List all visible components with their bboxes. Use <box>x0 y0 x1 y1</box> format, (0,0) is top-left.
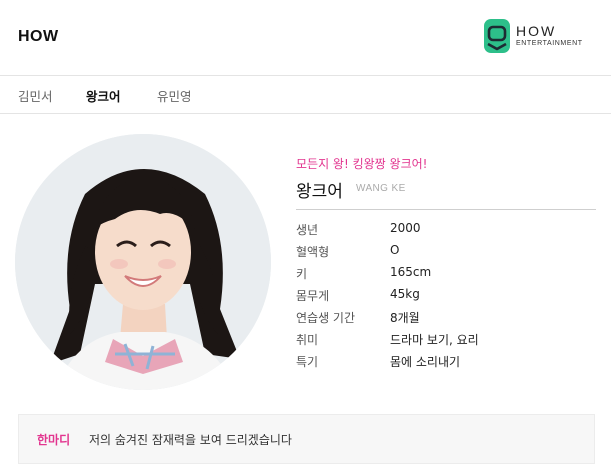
tab-member-3[interactable]: 유민영 <box>157 86 192 105</box>
info-row-height: 키 165cm <box>296 265 596 285</box>
info-label: 생년 <box>296 223 319 237</box>
portrait-image <box>15 134 271 390</box>
profile-tagline: 모든지 왕! 킹왕짱 왕크어! <box>296 157 428 171</box>
company-name: HOW <box>18 28 59 45</box>
info-row-specialty: 특기 몸에 소리내기 <box>296 353 596 373</box>
comment-text: 저의 숨겨진 잠재력을 보여 드리겠습니다 <box>89 433 292 447</box>
info-value: 8개월 <box>390 311 420 325</box>
info-label: 몸무게 <box>296 289 330 303</box>
logo-subtitle: ENTERTAINMENT <box>516 40 583 47</box>
profile-photo <box>15 134 271 390</box>
info-value: 몸에 소리내기 <box>390 355 461 369</box>
info-row-trainee-period: 연습생 기간 8개월 <box>296 309 596 329</box>
info-value: O <box>390 243 400 257</box>
info-label: 취미 <box>296 333 319 347</box>
info-row-weight: 몸무게 45kg <box>296 287 596 307</box>
info-label: 특기 <box>296 355 319 369</box>
profile-divider <box>296 209 596 210</box>
info-value: 2000 <box>390 221 421 235</box>
info-value: 45kg <box>390 287 420 301</box>
info-row-birth-year: 생년 2000 <box>296 221 596 241</box>
info-row-hobby: 취미 드라마 보기, 요리 <box>296 331 596 351</box>
comment-label: 한마디 <box>37 433 71 447</box>
header: HOW HOW ENTERTAINMENT <box>0 0 611 76</box>
info-value: 165cm <box>390 265 432 279</box>
info-row-blood-type: 혈액형 O <box>296 243 596 263</box>
info-label: 혈액형 <box>296 245 330 259</box>
profile-name: 왕크어 <box>296 182 343 202</box>
profile-name-english: WANG KE <box>356 183 406 194</box>
info-label: 연습생 기간 <box>296 311 356 325</box>
logo-mark-icon <box>484 19 510 53</box>
info-value: 드라마 보기, 요리 <box>390 333 479 347</box>
info-label: 키 <box>296 267 308 281</box>
member-tabs: 김민서 왕크어 유민영 <box>0 76 611 114</box>
tab-member-2[interactable]: 왕크어 <box>86 86 121 105</box>
comment-box: 한마디 저의 숨겨진 잠재력을 보여 드리겠습니다 <box>18 414 595 464</box>
logo-word: HOW <box>516 23 557 39</box>
tab-member-1[interactable]: 김민서 <box>18 86 53 105</box>
how-entertainment-logo[interactable]: HOW ENTERTAINMENT <box>483 18 597 56</box>
